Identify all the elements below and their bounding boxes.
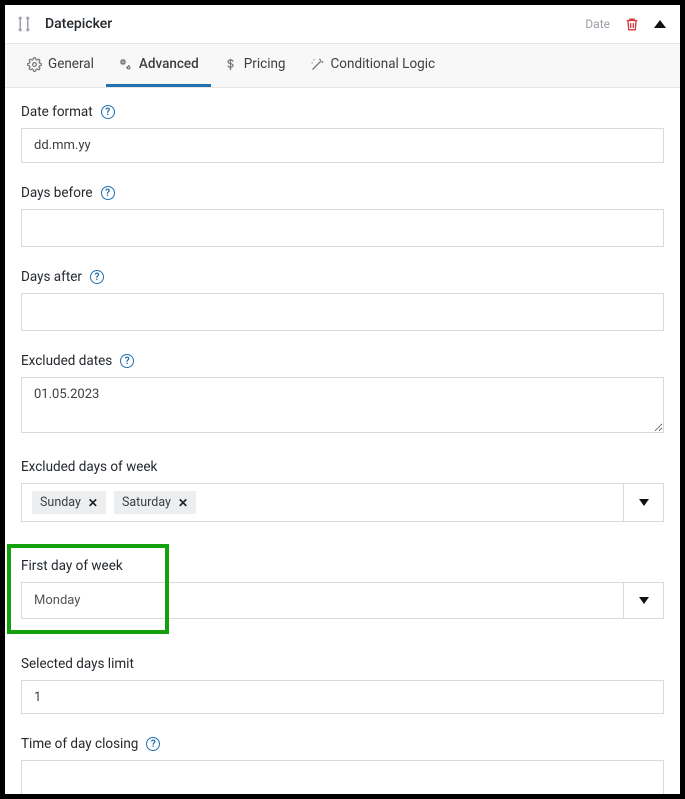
- help-icon[interactable]: ?: [101, 105, 115, 119]
- gears-icon: [118, 57, 133, 72]
- highlight-box: First day of week: [7, 544, 169, 634]
- chip-remove-icon[interactable]: ✕: [178, 496, 188, 510]
- chip-label: Saturday: [122, 495, 171, 510]
- field-days-after: Days after ?: [21, 269, 664, 331]
- multiselect-excluded-days[interactable]: Sunday ✕ Saturday ✕: [22, 484, 623, 521]
- field-days-before: Days before ?: [21, 185, 664, 247]
- label-first-day: First day of week: [21, 558, 123, 574]
- tab-conditional[interactable]: Conditional Logic: [298, 44, 448, 87]
- input-days-before[interactable]: [21, 209, 664, 247]
- label-date-format: Date format: [21, 104, 93, 120]
- field-date-format: Date format ?: [21, 104, 664, 163]
- field-selected-days-limit: Selected days limit: [21, 656, 664, 714]
- field-first-day-of-week: First day of week Monday: [21, 544, 664, 634]
- label-days-before: Days before: [21, 185, 93, 201]
- chip-saturday: Saturday ✕: [114, 491, 196, 514]
- dollar-icon: [223, 57, 238, 72]
- tab-advanced-label: Advanced: [139, 56, 199, 72]
- field-excluded-days: Excluded days of week Sunday ✕ Saturday …: [21, 459, 664, 522]
- trash-icon[interactable]: [624, 16, 640, 33]
- chip-remove-icon[interactable]: ✕: [88, 496, 98, 510]
- tab-conditional-label: Conditional Logic: [331, 56, 436, 72]
- input-time-closing[interactable]: [21, 760, 664, 794]
- field-time-of-day-closing: Time of day closing ?: [21, 736, 664, 794]
- settings-content: Date format ? Days before ? Days after ?…: [5, 88, 680, 794]
- tab-pricing[interactable]: Pricing: [211, 44, 298, 87]
- dropdown-toggle[interactable]: [623, 583, 663, 618]
- drag-handle-icon[interactable]: [15, 15, 33, 33]
- label-time-closing: Time of day closing: [21, 736, 138, 752]
- tab-general[interactable]: General: [15, 44, 106, 87]
- tabs: General Advanced Pricing Conditional Log…: [5, 44, 680, 88]
- gear-icon: [27, 57, 42, 72]
- tab-general-label: General: [48, 56, 94, 72]
- field-excluded-dates: Excluded dates ? 01.05.2023: [21, 353, 664, 437]
- input-date-format[interactable]: [21, 128, 664, 163]
- field-type-label: Date: [585, 17, 610, 31]
- chevron-down-icon: [639, 499, 649, 506]
- collapse-icon[interactable]: [654, 20, 666, 28]
- chevron-down-icon: [639, 597, 649, 604]
- label-excluded-dates: Excluded dates: [21, 353, 112, 369]
- help-icon[interactable]: ?: [90, 270, 104, 284]
- input-days-after[interactable]: [21, 293, 664, 331]
- chip-label: Sunday: [40, 495, 81, 510]
- panel-title: Datepicker: [45, 16, 112, 32]
- label-selected-days-limit: Selected days limit: [21, 656, 134, 672]
- help-icon[interactable]: ?: [146, 737, 160, 751]
- input-excluded-dates[interactable]: 01.05.2023: [21, 377, 664, 433]
- help-icon[interactable]: ?: [120, 354, 134, 368]
- panel-header: Datepicker Date: [5, 5, 680, 44]
- dropdown-toggle[interactable]: [623, 484, 663, 521]
- chip-sunday: Sunday ✕: [32, 491, 106, 514]
- label-days-after: Days after: [21, 269, 82, 285]
- wand-icon: [310, 57, 325, 72]
- label-excluded-days: Excluded days of week: [21, 459, 157, 475]
- help-icon[interactable]: ?: [101, 186, 115, 200]
- tab-advanced[interactable]: Advanced: [106, 44, 211, 87]
- tab-pricing-label: Pricing: [244, 56, 286, 72]
- input-selected-days-limit[interactable]: [21, 680, 664, 714]
